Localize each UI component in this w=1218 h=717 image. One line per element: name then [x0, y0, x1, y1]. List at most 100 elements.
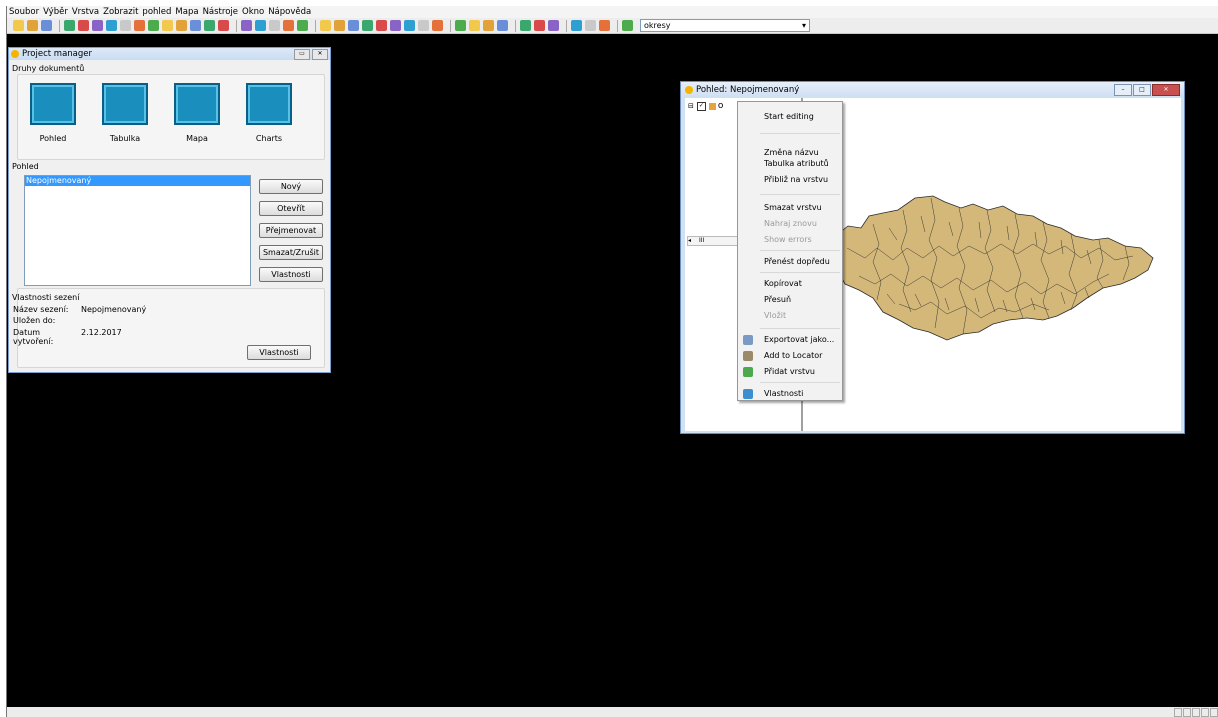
- select-poly-icon[interactable]: [348, 20, 359, 31]
- menu-zobrazit[interactable]: Zobrazit: [101, 7, 140, 17]
- doc-type-pohled[interactable]: Pohled: [23, 83, 83, 143]
- add-layer-icon: [743, 367, 753, 377]
- doc-type-tabulka[interactable]: Tabulka: [95, 83, 155, 143]
- menu-mapa[interactable]: Mapa: [173, 7, 200, 17]
- graph-icon[interactable]: [469, 20, 480, 31]
- zoom-out-icon[interactable]: [148, 20, 159, 31]
- menu-item-přibliž-na-vrstvu[interactable]: Přibliž na vrstvu: [764, 174, 828, 186]
- section-label: Pohled: [12, 162, 39, 171]
- new-icon[interactable]: [13, 20, 24, 31]
- restore-button[interactable]: ▭: [294, 48, 310, 60]
- filter-icon[interactable]: [376, 20, 387, 31]
- menu-item-nahraj-znovu: Nahraj znovu: [764, 219, 817, 228]
- doc-type-label: Charts: [255, 134, 283, 143]
- status-bar: [7, 707, 1218, 717]
- open-button[interactable]: Otevřít: [259, 201, 323, 216]
- projection-icon[interactable]: [571, 20, 582, 31]
- doc-type-label: Tabulka: [109, 134, 141, 143]
- menu-item-přesuň[interactable]: Přesuň: [764, 294, 791, 306]
- menu-item-exportovat-jako[interactable]: Exportovat jako...: [764, 334, 834, 346]
- doc-type-charts[interactable]: Charts: [239, 83, 299, 143]
- map-canvas[interactable]: [803, 98, 1181, 431]
- project-manager-titlebar[interactable]: Project manager ▭ ✕: [9, 48, 330, 60]
- pan-icon[interactable]: [64, 20, 75, 31]
- scroll-left-icon[interactable]: ◂: [688, 237, 691, 244]
- menu-item-tabulka-atributů[interactable]: Tabulka atributů: [764, 158, 829, 170]
- menu-napoveda[interactable]: Nápověda: [266, 7, 313, 17]
- open-icon[interactable]: [27, 20, 38, 31]
- properties-icon: [743, 389, 753, 399]
- zoom-box-icon[interactable]: [106, 20, 117, 31]
- view-titlebar[interactable]: Pohled: Nepojmenovaný – □ ✕: [681, 82, 1184, 97]
- menu-item-přidat-vrstvu[interactable]: Přidat vrstvu: [764, 366, 815, 378]
- doc-types-group: Pohled Tabulka Mapa Charts: [17, 74, 325, 160]
- menu-nastroje[interactable]: Nástroje: [201, 7, 240, 17]
- menu-okno[interactable]: Okno: [240, 7, 266, 17]
- tools-icon[interactable]: [455, 20, 466, 31]
- document-list[interactable]: Nepojmenovaný: [24, 175, 251, 286]
- zoom-in-icon[interactable]: [120, 20, 131, 31]
- grid-icon[interactable]: [520, 20, 531, 31]
- prop-value: 2.12.2017: [81, 328, 122, 337]
- zoom-extent-icon[interactable]: [78, 20, 89, 31]
- zoom-layer-icon[interactable]: [92, 20, 103, 31]
- menu-item-vlastnosti[interactable]: Vlastnosti: [764, 388, 803, 400]
- stop-icon[interactable]: [432, 20, 443, 31]
- rename-button[interactable]: Přejmenovat: [259, 223, 323, 238]
- insert-icon[interactable]: [622, 20, 633, 31]
- app-icon: [685, 85, 693, 94]
- select-rect-icon[interactable]: [334, 20, 345, 31]
- properties-button[interactable]: Vlastnosti: [259, 267, 323, 282]
- layers-icon[interactable]: [134, 20, 145, 31]
- info-icon[interactable]: [241, 20, 252, 31]
- doc-type-mapa[interactable]: Mapa: [167, 83, 227, 143]
- menu-item-add-to-locator[interactable]: Add to Locator: [764, 350, 822, 362]
- layout-icon[interactable]: [599, 20, 610, 31]
- session-properties-button[interactable]: Vlastnosti: [247, 345, 311, 360]
- print-icon[interactable]: [269, 20, 280, 31]
- toc-layer[interactable]: ⊟ ✓ o: [688, 101, 723, 111]
- list-item[interactable]: Nepojmenovaný: [25, 176, 250, 186]
- add-layer-icon[interactable]: [204, 20, 215, 31]
- menu-item-kopírovat[interactable]: Kopírovat: [764, 278, 802, 290]
- maximize-button[interactable]: □: [1133, 83, 1151, 96]
- save-icon[interactable]: [41, 20, 52, 31]
- toolbar-separator: [566, 19, 567, 32]
- table-icon[interactable]: [218, 20, 229, 31]
- query-icon[interactable]: [362, 20, 373, 31]
- toolbar-separator: [617, 19, 618, 32]
- zoom-select-icon[interactable]: [190, 20, 201, 31]
- edit-icon[interactable]: [404, 20, 415, 31]
- select-point-icon[interactable]: [320, 20, 331, 31]
- menu-pohled[interactable]: pohled: [140, 7, 173, 17]
- zoom-prev-icon[interactable]: [162, 20, 173, 31]
- layer-combo[interactable]: okresy ▾: [640, 19, 810, 32]
- doc-icon[interactable]: [585, 20, 596, 31]
- new-button[interactable]: Nový: [259, 179, 323, 194]
- menu-item-start-editing[interactable]: Start editing: [764, 111, 814, 123]
- collapse-icon[interactable]: ⊟: [688, 102, 694, 110]
- layer-checkbox[interactable]: ✓: [696, 101, 706, 111]
- scroll-thumb[interactable]: III: [699, 237, 704, 244]
- geoprocess-icon[interactable]: [483, 20, 494, 31]
- minimize-button[interactable]: –: [1114, 83, 1132, 96]
- menu-vrstva[interactable]: Vrstva: [70, 7, 101, 17]
- layer-combo-value: okresy: [644, 21, 671, 30]
- menu-vyber[interactable]: Výběr: [41, 7, 70, 17]
- close-button[interactable]: ✕: [312, 48, 328, 60]
- export-icon[interactable]: [283, 20, 294, 31]
- select-icon[interactable]: [297, 20, 308, 31]
- menu-item-přenést-dopředu[interactable]: Přenést dopředu: [764, 256, 830, 268]
- measure-icon[interactable]: [255, 20, 266, 31]
- zoom-next-icon[interactable]: [176, 20, 187, 31]
- menu-item-smazat-vrstvu[interactable]: Smazat vrstvu: [764, 202, 822, 214]
- catalog-icon[interactable]: [534, 20, 545, 31]
- snap-icon[interactable]: [418, 20, 429, 31]
- toc-scrollbar[interactable]: ◂ III: [687, 236, 741, 246]
- locator-icon[interactable]: [497, 20, 508, 31]
- preferences-icon[interactable]: [548, 20, 559, 31]
- clear-select-icon[interactable]: [390, 20, 401, 31]
- close-button[interactable]: ✕: [1152, 83, 1180, 96]
- delete-button[interactable]: Smazat/Zrušit: [259, 245, 323, 260]
- menu-soubor[interactable]: Soubor: [7, 7, 41, 17]
